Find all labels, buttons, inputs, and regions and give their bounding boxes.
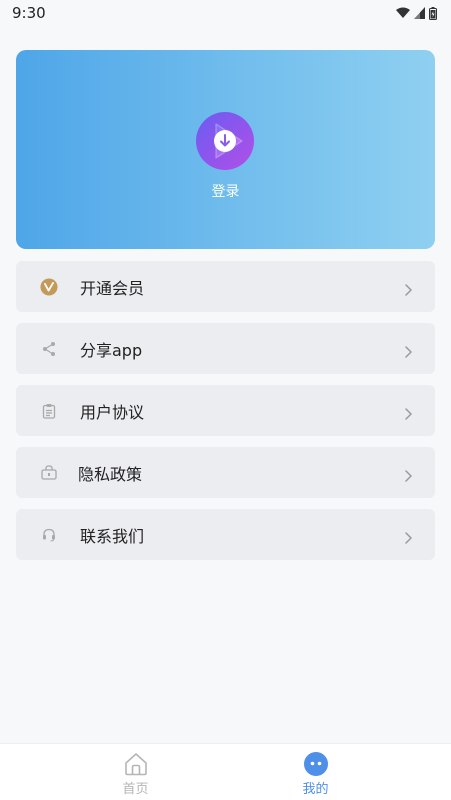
bottom-nav: 首页 我的 [0, 743, 451, 800]
signal-icon [414, 7, 425, 19]
login-label[interactable]: 登录 [0, 181, 451, 201]
wifi-icon [396, 7, 410, 19]
battery-icon [429, 6, 437, 20]
menu-item-vip[interactable]: 开通会员 [16, 261, 435, 312]
status-icons [396, 6, 437, 20]
chevron-right-icon [403, 467, 413, 482]
menu-item-label: 开通会员 [80, 278, 145, 298]
chevron-right-icon [403, 343, 413, 358]
chevron-right-icon [403, 281, 413, 296]
download-play-logo-icon[interactable] [195, 111, 255, 171]
menu-item-label: 联系我们 [80, 526, 145, 546]
status-bar: 9:30 [0, 0, 451, 26]
menu-item-label: 分享app [80, 340, 143, 360]
nav-tab-mine[interactable]: 我的 [203, 744, 428, 800]
menu-item-label: 用户协议 [80, 402, 145, 422]
menu-item-share[interactable]: 分享app [16, 323, 435, 374]
profile-face-icon [303, 751, 329, 777]
menu-item-user-agreement[interactable]: 用户协议 [16, 385, 435, 436]
status-time: 9:30 [12, 4, 46, 22]
nav-tab-label: 我的 [302, 782, 329, 797]
menu-item-contact-us[interactable]: 联系我们 [16, 509, 435, 560]
menu-item-label: 隐私政策 [78, 464, 143, 484]
vip-badge-icon [40, 277, 58, 296]
profile-screen: 9:30 登录 开通会员 分享app 用户协议 隐私政策 联系我们 首页 我的 [0, 0, 451, 800]
menu-item-privacy-policy[interactable]: 隐私政策 [16, 447, 435, 498]
share-icon [40, 340, 58, 358]
clipboard-icon [40, 402, 58, 420]
home-icon [123, 751, 149, 777]
chevron-right-icon [403, 529, 413, 544]
headset-icon [40, 526, 58, 544]
lock-briefcase-icon [40, 464, 58, 482]
chevron-right-icon [403, 405, 413, 420]
